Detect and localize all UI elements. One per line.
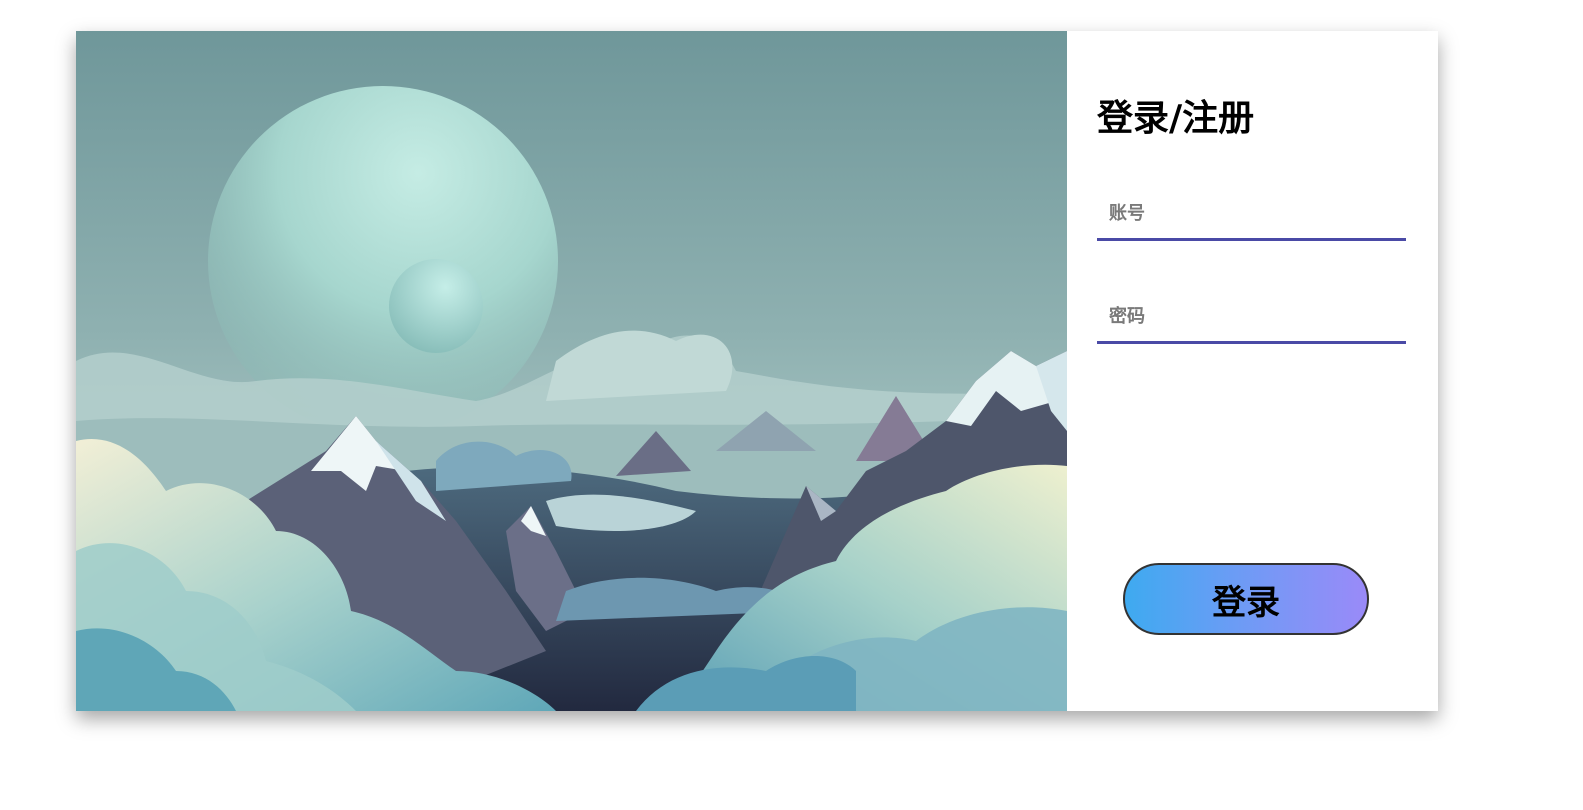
account-input[interactable] — [1097, 188, 1406, 238]
page-title: 登录/注册 — [1097, 98, 1255, 139]
password-field — [1097, 291, 1406, 344]
account-field — [1097, 188, 1406, 241]
password-input[interactable] — [1097, 291, 1406, 341]
login-panel: 登录/注册 登录 — [1067, 31, 1438, 711]
landscape-illustration — [76, 31, 1067, 711]
login-button[interactable]: 登录 — [1123, 563, 1369, 635]
login-card: 登录/注册 登录 — [76, 31, 1438, 711]
